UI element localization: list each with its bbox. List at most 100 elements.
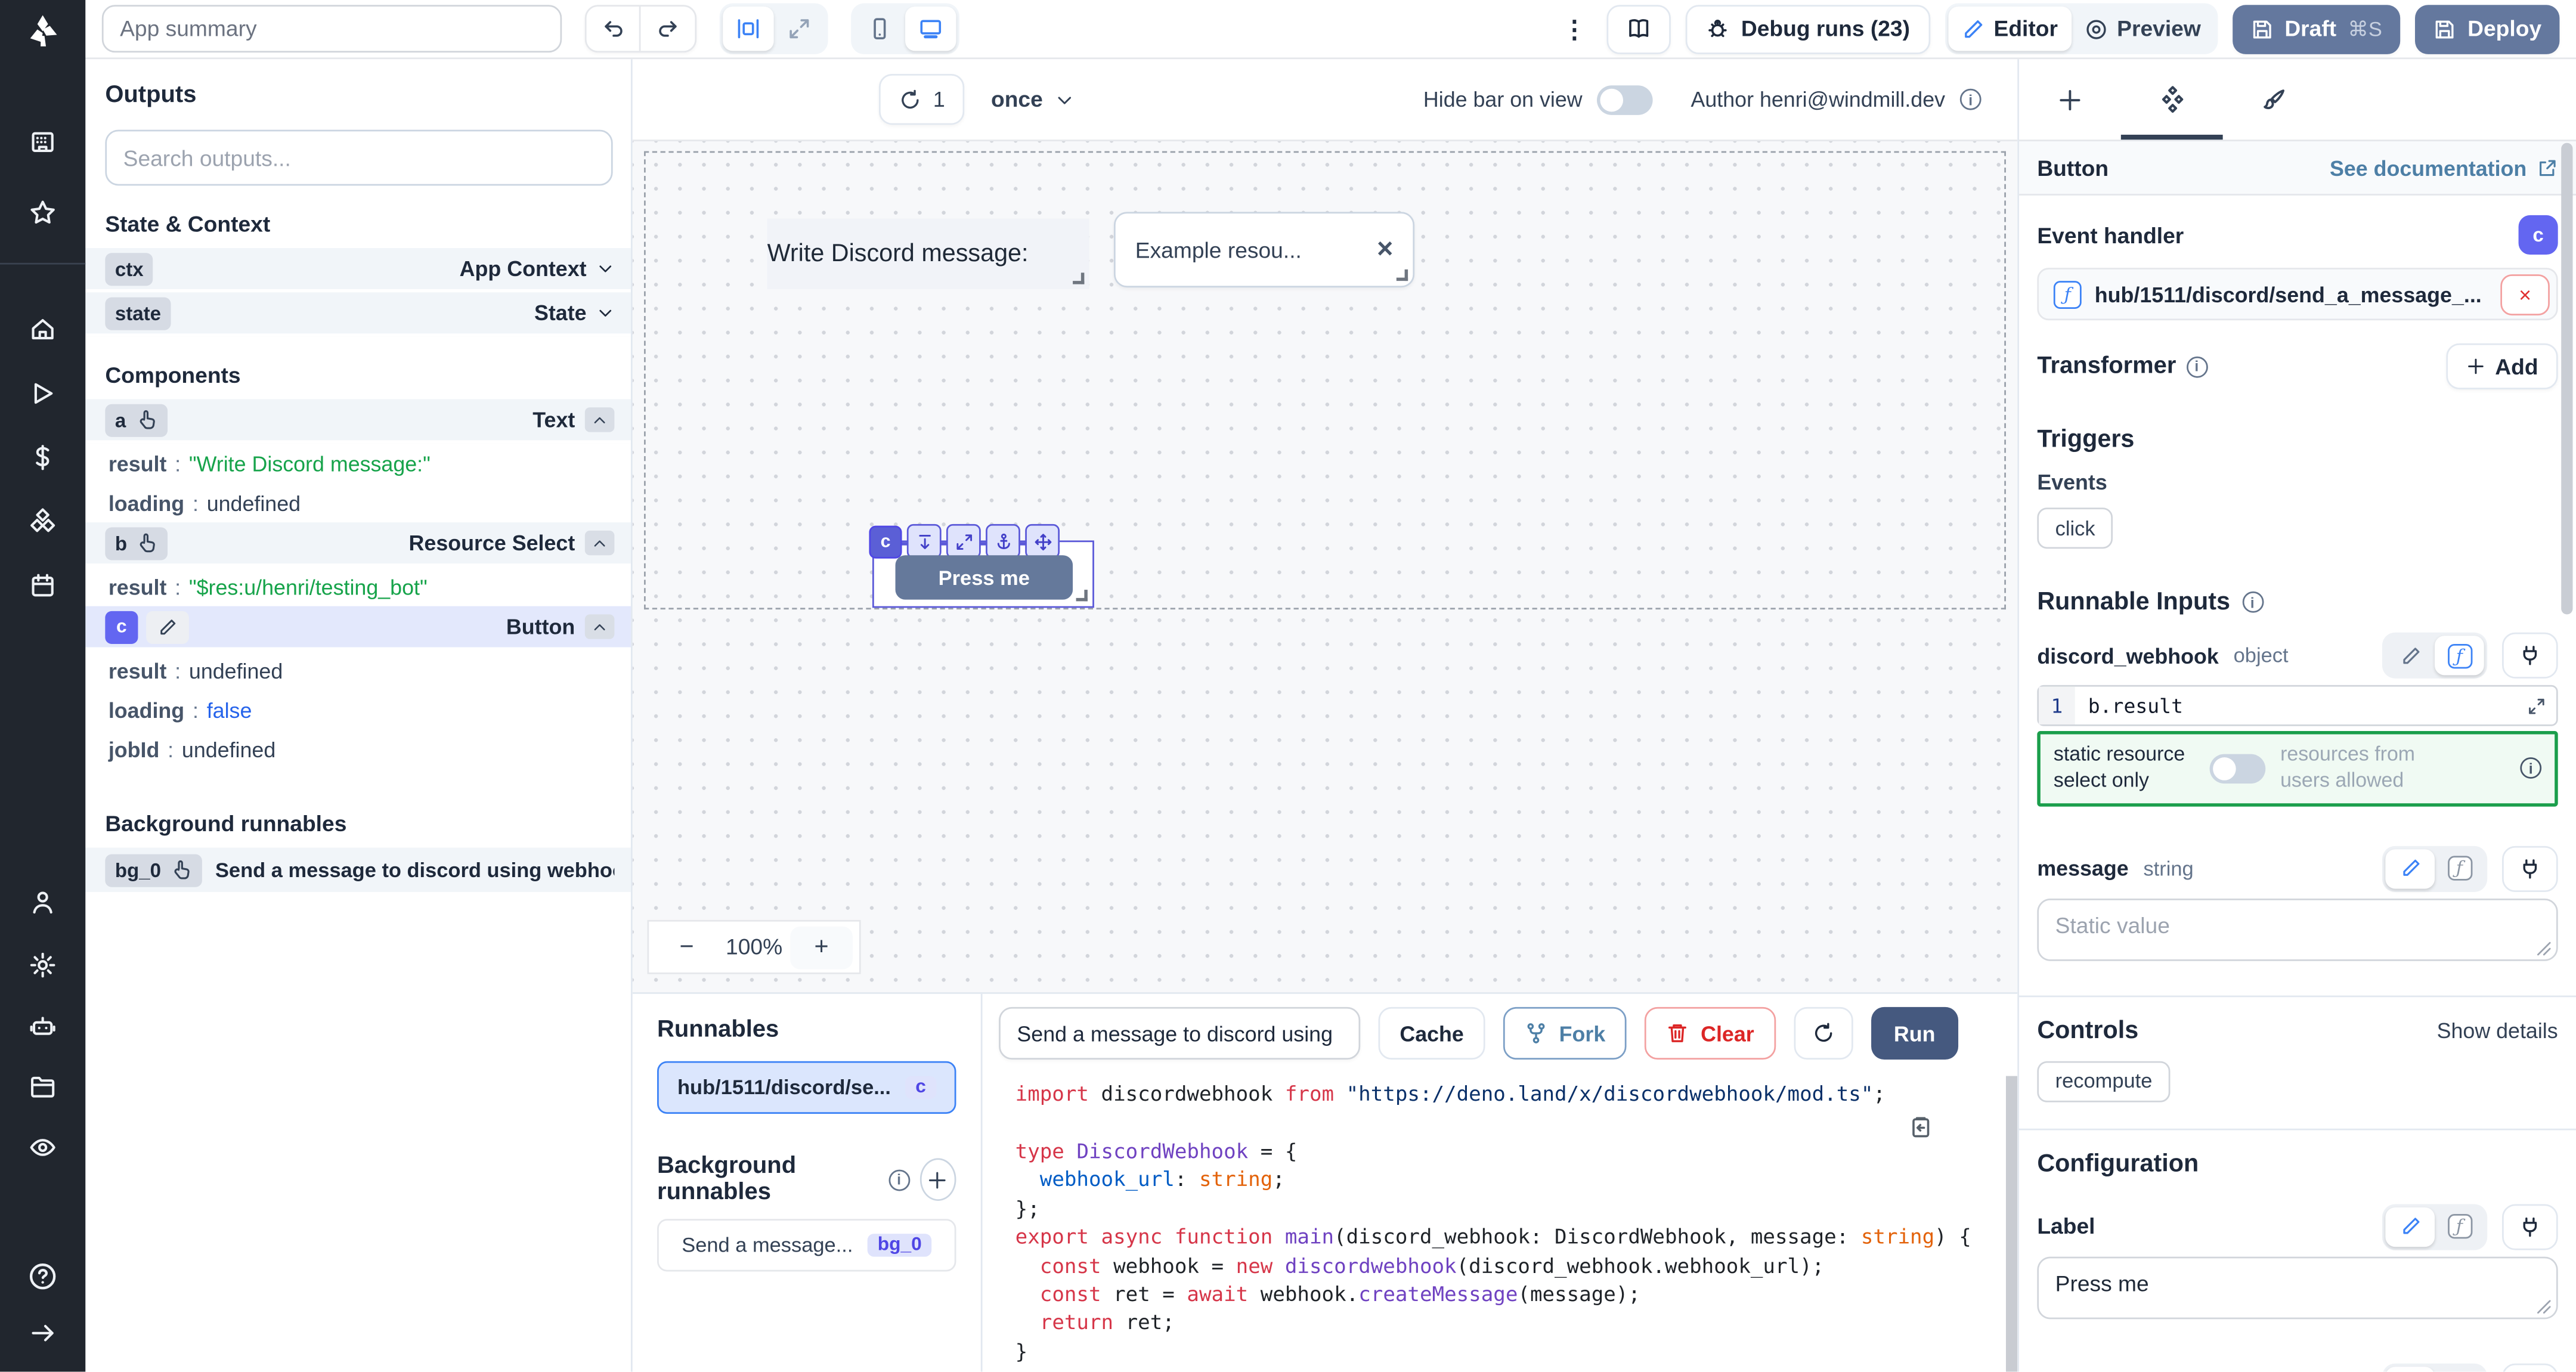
chevron-down-icon[interactable] bbox=[596, 259, 614, 277]
connect-plug-button[interactable] bbox=[2502, 633, 2558, 679]
resources-cubes-icon[interactable] bbox=[29, 507, 57, 535]
runs-play-icon[interactable] bbox=[29, 379, 57, 407]
move-component-icon[interactable] bbox=[1025, 524, 1060, 559]
folders-icon[interactable] bbox=[29, 1073, 57, 1101]
clear-button[interactable]: Clear bbox=[1645, 1007, 1775, 1060]
background-runnable-item[interactable]: Send a message... bg_0 bbox=[657, 1219, 956, 1272]
dock-bottom-icon[interactable] bbox=[907, 524, 942, 559]
run-button[interactable]: Run bbox=[1871, 1007, 1958, 1060]
info-icon[interactable]: i bbox=[888, 1169, 910, 1191]
background-runnable-row[interactable]: bg_0 Send a message to discord using web… bbox=[85, 848, 631, 896]
tab-editor[interactable]: Editor bbox=[1948, 7, 2071, 51]
textarea-resize-icon[interactable] bbox=[2537, 1299, 2552, 1314]
chevron-down-icon[interactable] bbox=[596, 304, 614, 322]
cache-button[interactable]: Cache bbox=[1379, 1007, 1485, 1060]
press-me-button[interactable]: Press me bbox=[896, 555, 1073, 599]
static-pencil-mode-button[interactable] bbox=[2385, 1367, 2435, 1372]
home-icon[interactable] bbox=[29, 315, 57, 343]
selected-button-component[interactable]: c Press me bbox=[872, 540, 1094, 608]
search-outputs-input[interactable] bbox=[105, 130, 612, 186]
windmill-logo-icon[interactable] bbox=[21, 10, 64, 53]
mobile-view-button[interactable] bbox=[854, 7, 905, 51]
anchor-icon[interactable] bbox=[986, 524, 1020, 559]
code-block[interactable]: import discordwebhook from "https://deno… bbox=[1015, 1080, 2001, 1372]
expand-component-icon[interactable] bbox=[946, 524, 981, 559]
see-documentation-link[interactable]: See documentation bbox=[2330, 155, 2558, 179]
fullwidth-layout-button[interactable] bbox=[774, 7, 825, 51]
eval-function-mode-button[interactable]: ƒ bbox=[2435, 849, 2484, 888]
static-pencil-mode-button[interactable] bbox=[2385, 636, 2435, 675]
static-pencil-mode-button[interactable] bbox=[2385, 1207, 2435, 1247]
resource-mode-toggle[interactable] bbox=[2210, 754, 2266, 784]
tab-preview[interactable]: Preview bbox=[2071, 7, 2214, 51]
message-static-value-input[interactable] bbox=[2037, 899, 2558, 961]
copy-code-icon[interactable] bbox=[1908, 1116, 1932, 1140]
collapse-sidebar-arrow-icon[interactable] bbox=[29, 1319, 57, 1347]
tab-styling[interactable] bbox=[2223, 86, 2325, 113]
debug-runs-button[interactable]: Debug runs (23) bbox=[1685, 4, 1930, 54]
app-summary-input[interactable] bbox=[102, 5, 562, 52]
component-row-c-selected[interactable]: c Button bbox=[85, 606, 631, 651]
component-row-b[interactable]: b Resource Select bbox=[85, 522, 631, 566]
eval-function-mode-button[interactable]: ƒ bbox=[2435, 1207, 2484, 1247]
show-details-link[interactable]: Show details bbox=[2437, 1018, 2558, 1043]
schedule-mode-dropdown[interactable]: once bbox=[991, 87, 1074, 112]
resource-select-component[interactable]: Example resou... × bbox=[1114, 212, 1414, 287]
eval-function-mode-button[interactable]: ƒ bbox=[2435, 1367, 2484, 1372]
event-handler-runnable[interactable]: ƒ hub/1511/discord/send_a_message_... × bbox=[2037, 268, 2558, 320]
info-icon[interactable]: i bbox=[2520, 758, 2541, 779]
apps-icon[interactable] bbox=[29, 128, 57, 156]
zoom-in-button[interactable]: + bbox=[790, 926, 853, 969]
text-component[interactable]: Write Discord message: bbox=[767, 218, 1089, 289]
add-transformer-button[interactable]: Add bbox=[2446, 343, 2558, 389]
add-background-runnable-button[interactable] bbox=[919, 1159, 956, 1201]
static-pencil-mode-button[interactable] bbox=[2385, 849, 2435, 888]
tab-component-settings[interactable] bbox=[2121, 85, 2223, 113]
docs-book-button[interactable] bbox=[1606, 4, 1670, 54]
workers-robot-icon[interactable] bbox=[29, 1012, 57, 1040]
refresh-count-button[interactable]: 1 bbox=[879, 74, 965, 125]
resize-handle[interactable] bbox=[1397, 270, 1408, 281]
deploy-button[interactable]: Deploy bbox=[2415, 4, 2559, 54]
runnable-item-selected[interactable]: hub/1511/discord/se... c bbox=[657, 1061, 956, 1114]
output-row-state[interactable]: state State bbox=[85, 292, 631, 336]
collapse-button[interactable] bbox=[585, 614, 615, 639]
tab-insert-component[interactable] bbox=[2019, 86, 2121, 113]
edit-pencil-icon[interactable] bbox=[146, 611, 189, 643]
zoom-out-button[interactable]: − bbox=[655, 933, 718, 961]
connect-plug-button[interactable] bbox=[2502, 1364, 2558, 1372]
clear-selection-x-icon[interactable]: × bbox=[1377, 233, 1393, 266]
collapse-button[interactable] bbox=[585, 407, 615, 432]
settings-gear-icon[interactable] bbox=[29, 951, 57, 979]
variables-dollar-icon[interactable] bbox=[29, 444, 57, 472]
center-layout-button[interactable] bbox=[723, 7, 773, 51]
label-value-input[interactable]: Press me bbox=[2037, 1257, 2558, 1320]
event-click-chip[interactable]: click bbox=[2037, 507, 2113, 549]
eval-function-mode-button[interactable]: ƒ bbox=[2435, 636, 2484, 675]
desktop-view-button[interactable] bbox=[905, 7, 956, 51]
user-icon[interactable] bbox=[29, 889, 57, 917]
textarea-resize-icon[interactable] bbox=[2537, 941, 2552, 956]
settings-scrollbar[interactable] bbox=[2561, 143, 2572, 615]
component-row-a[interactable]: a Text bbox=[85, 399, 631, 443]
schedules-calendar-icon[interactable] bbox=[29, 572, 57, 600]
help-icon[interactable] bbox=[28, 1262, 58, 1292]
output-row-ctx[interactable]: ctx App Context bbox=[85, 248, 631, 292]
info-icon[interactable]: i bbox=[1960, 89, 1981, 110]
favorites-star-icon[interactable] bbox=[29, 199, 57, 227]
expression-editor[interactable]: 1 b.result bbox=[2037, 685, 2558, 726]
hide-bar-toggle[interactable] bbox=[1597, 85, 1653, 114]
info-icon[interactable]: i bbox=[2186, 355, 2207, 377]
collapse-button[interactable] bbox=[585, 531, 615, 555]
code-scrollbar[interactable] bbox=[2006, 1076, 2017, 1372]
reload-code-button[interactable] bbox=[1794, 1007, 1853, 1060]
remove-handler-button[interactable]: × bbox=[2500, 274, 2550, 315]
resize-handle[interactable] bbox=[1073, 272, 1084, 284]
resize-handle[interactable] bbox=[1076, 590, 1088, 601]
recompute-chip[interactable]: recompute bbox=[2037, 1061, 2170, 1102]
connect-plug-button[interactable] bbox=[2502, 846, 2558, 892]
app-canvas[interactable]: Write Discord message: Example resou... … bbox=[633, 141, 2018, 993]
info-icon[interactable]: i bbox=[2241, 591, 2263, 613]
script-name-input[interactable] bbox=[999, 1007, 1360, 1060]
connect-plug-button[interactable] bbox=[2502, 1204, 2558, 1250]
